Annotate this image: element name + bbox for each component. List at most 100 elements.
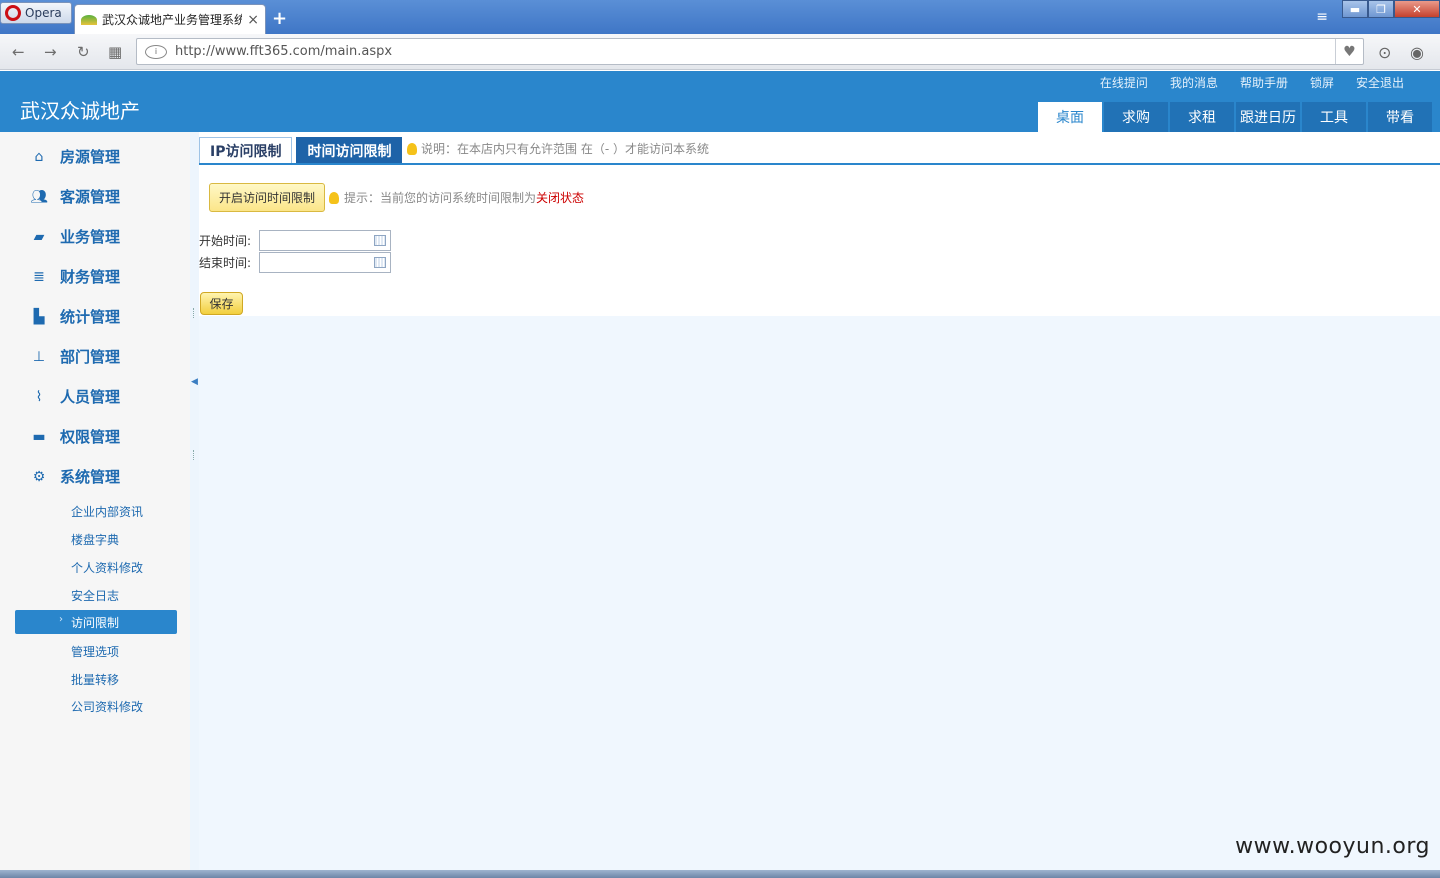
- sub-item-internal-news[interactable]: 企业内部资讯: [71, 503, 143, 520]
- calendar-icon[interactable]: [374, 257, 386, 268]
- start-time-label: 开始时间:: [199, 234, 252, 248]
- nav-tab-rent[interactable]: 求租: [1170, 102, 1234, 132]
- restore-icon[interactable]: ❐: [1368, 0, 1394, 18]
- sidebar-item-label: 房源管理: [60, 148, 121, 166]
- tab-ip-restriction[interactable]: IP访问限制: [199, 137, 293, 164]
- opera-menu-button[interactable]: Opera: [0, 2, 72, 24]
- link-my-messages[interactable]: 我的消息: [1170, 74, 1218, 91]
- link-logout[interactable]: 安全退出: [1356, 74, 1404, 91]
- sidebar-item-departments[interactable]: ⊥ 部门管理: [30, 346, 120, 367]
- window-close-icon[interactable]: ✕: [1394, 0, 1440, 18]
- status-hint: 提示：当前您的访问系统时间限制为 关闭状态: [329, 189, 584, 206]
- nav-tab-followup-calendar[interactable]: 跟进日历: [1236, 102, 1300, 132]
- url-text[interactable]: http://www.fft365.com/main.aspx: [175, 44, 1335, 59]
- car-icon: ▰: [33, 228, 45, 245]
- chat-icon: ▬: [32, 428, 46, 445]
- content-panel: IP访问限制 时间访问限制 说明：在本店内只有允许范围 在（- ）才能访问本系统…: [199, 132, 1440, 316]
- org-chart-icon: ⊥: [32, 348, 46, 365]
- sub-item-edit-profile[interactable]: 个人资料修改: [71, 559, 143, 576]
- forward-icon[interactable]: →: [44, 43, 57, 61]
- sidebar-item-label: 统计管理: [60, 308, 121, 326]
- start-time-input[interactable]: [259, 230, 391, 251]
- sidebar-item-label: 人员管理: [60, 388, 121, 406]
- site-favicon-icon: [81, 14, 97, 25]
- sub-item-building-dictionary[interactable]: 楼盘字典: [71, 531, 119, 548]
- lightbulb-icon: [407, 142, 417, 155]
- nav-tab-buy[interactable]: 求购: [1104, 102, 1168, 132]
- back-icon[interactable]: ←: [12, 43, 25, 61]
- nav-tab-tools[interactable]: 工具: [1302, 102, 1366, 132]
- sidebar-item-business[interactable]: ▰ 业务管理: [30, 226, 120, 247]
- link-online-question[interactable]: 在线提问: [1100, 74, 1148, 91]
- browser-tab[interactable]: 武汉众诚地产业务管理系统 ×: [74, 4, 266, 34]
- paperclip-icon: ⌇: [35, 388, 43, 405]
- opera-logo-icon: [5, 5, 21, 21]
- tab-note-text: 说明：在本店内只有允许范围 在（- ）才能访问本系统: [421, 142, 709, 156]
- sidebar-item-label: 财务管理: [60, 268, 121, 286]
- site-info-icon[interactable]: i: [145, 44, 167, 59]
- minimize-icon[interactable]: ▬: [1342, 0, 1368, 18]
- hint-state: 关闭状态: [536, 191, 585, 205]
- link-lock-screen[interactable]: 锁屏: [1310, 74, 1334, 91]
- bookmark-heart-icon[interactable]: ♥: [1335, 39, 1363, 64]
- watermark: www.wooyun.org: [1235, 834, 1430, 859]
- main-nav: 桌面 求购 求租 跟进日历 工具 带看: [1038, 102, 1432, 132]
- enable-time-restriction-button[interactable]: 开启访问时间限制: [209, 183, 325, 212]
- sidebar-item-clients[interactable]: 👥︎ 客源管理: [30, 186, 120, 207]
- users-icon: 👥︎: [30, 188, 48, 205]
- hint-text: 提示：当前您的访问系统时间限制为: [344, 191, 537, 205]
- home-icon: ⌂: [34, 148, 44, 165]
- speed-dial-icon[interactable]: ▦: [108, 43, 122, 61]
- sidebar-item-label: 权限管理: [60, 428, 121, 446]
- main-content: IP访问限制 时间访问限制 说明：在本店内只有允许范围 在（- ）才能访问本系统…: [199, 132, 1440, 878]
- sub-item-admin-options[interactable]: 管理选项: [71, 643, 119, 660]
- tab-menu-icon[interactable]: ≡: [1316, 9, 1328, 25]
- sidebar-item-property[interactable]: ⌂ 房源管理: [30, 146, 120, 167]
- sidebar-item-label: 业务管理: [60, 228, 121, 246]
- app-logo: 武汉众诚地产: [20, 99, 140, 123]
- tab-close-icon[interactable]: ×: [247, 12, 259, 28]
- sub-item-access-restriction[interactable]: › 访问限制: [15, 610, 177, 634]
- sidebar-item-finance[interactable]: ≣ 财务管理: [30, 266, 120, 287]
- splitter-grip: [193, 450, 196, 460]
- sidebar-splitter[interactable]: ◀: [190, 132, 199, 878]
- end-time-input[interactable]: [259, 252, 391, 273]
- splitter-grip: [193, 308, 196, 318]
- sub-item-security-log[interactable]: 安全日志: [71, 587, 119, 604]
- nav-tab-viewing[interactable]: 带看: [1368, 102, 1432, 132]
- content-tabs: IP访问限制 时间访问限制: [199, 136, 403, 164]
- sidebar-item-staff[interactable]: ⌇ 人员管理: [30, 386, 120, 407]
- sidebar-item-permissions[interactable]: ▬ 权限管理: [30, 426, 120, 447]
- sub-item-label: 访问限制: [71, 616, 120, 630]
- chevron-right-icon: ›: [59, 614, 63, 625]
- end-time-row: 结束时间:: [199, 252, 391, 273]
- sidebar-item-statistics[interactable]: ▙ 统计管理: [30, 306, 120, 327]
- tab-underline: [199, 163, 1440, 165]
- tab-time-restriction[interactable]: 时间访问限制: [296, 137, 403, 164]
- address-field[interactable]: i http://www.fft365.com/main.aspx ♥: [136, 38, 1364, 65]
- end-time-label: 结束时间:: [199, 256, 252, 270]
- save-button[interactable]: 保存: [200, 292, 243, 315]
- download-icon[interactable]: ⊙: [1378, 43, 1391, 62]
- new-tab-button[interactable]: +: [272, 8, 287, 29]
- sub-item-company-info[interactable]: 公司资料修改: [71, 698, 143, 715]
- top-links: 在线提问 我的消息 帮助手册 锁屏 安全退出: [1100, 74, 1404, 91]
- calendar-icon[interactable]: [374, 235, 386, 246]
- sidebar-item-label: 客源管理: [60, 188, 121, 206]
- account-icon[interactable]: ◉: [1410, 43, 1424, 62]
- tab-title: 武汉众诚地产业务管理系统: [102, 13, 243, 27]
- lightbulb-icon: [329, 191, 339, 204]
- sidebar-item-system[interactable]: ⚙ 系统管理: [30, 466, 120, 487]
- collapse-sidebar-icon[interactable]: ◀: [190, 360, 199, 404]
- gear-icon: ⚙: [32, 468, 46, 485]
- reload-icon[interactable]: ↻: [77, 43, 90, 61]
- app-header: 武汉众诚地产 在线提问 我的消息 帮助手册 锁屏 安全退出 桌面 求购 求租 跟…: [0, 71, 1440, 132]
- link-help-manual[interactable]: 帮助手册: [1240, 74, 1288, 91]
- tab-note: 说明：在本店内只有允许范围 在（- ）才能访问本系统: [407, 140, 709, 157]
- address-toolbar: ← → ↻ ▦ i http://www.fft365.com/main.asp…: [0, 34, 1440, 70]
- nav-tab-desktop[interactable]: 桌面: [1038, 102, 1102, 132]
- sub-item-batch-transfer[interactable]: 批量转移: [71, 671, 119, 688]
- os-taskbar: [0, 870, 1440, 878]
- finance-icon: ≣: [33, 268, 45, 285]
- sidebar-item-label: 部门管理: [60, 348, 121, 366]
